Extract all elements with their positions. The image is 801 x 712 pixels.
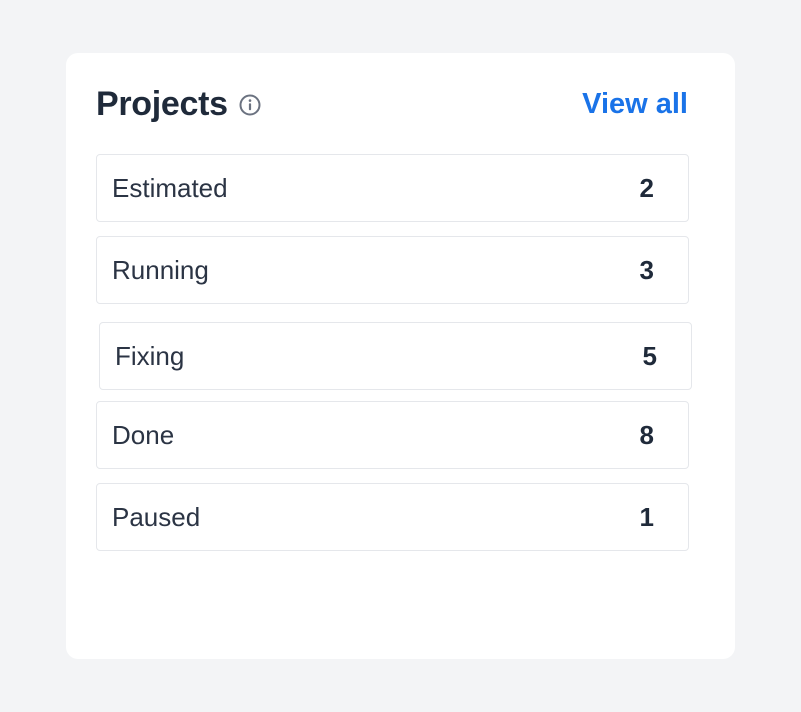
status-label: Estimated	[112, 172, 228, 203]
projects-card: Projects View all Estimated 2 Running 3 …	[66, 53, 735, 659]
status-label: Paused	[112, 501, 201, 532]
view-all-link[interactable]: View all	[582, 88, 688, 121]
card-header: Projects View all	[96, 83, 688, 125]
status-count: 5	[642, 340, 657, 371]
status-row-paused[interactable]: Paused 1	[96, 483, 689, 551]
status-row-done[interactable]: Done 8	[96, 401, 689, 469]
status-label: Running	[112, 254, 209, 285]
status-count: 2	[639, 172, 654, 203]
status-count: 8	[639, 419, 654, 450]
status-label: Done	[112, 419, 175, 450]
status-count: 1	[639, 501, 654, 532]
status-row-estimated[interactable]: Estimated 2	[96, 154, 689, 222]
status-label: Fixing	[115, 340, 185, 371]
status-row-fixing[interactable]: Fixing 5	[99, 322, 692, 390]
status-count: 3	[639, 254, 654, 285]
info-circle-icon[interactable]	[238, 93, 262, 117]
card-title: Projects	[96, 84, 228, 123]
status-row-running[interactable]: Running 3	[96, 236, 689, 304]
